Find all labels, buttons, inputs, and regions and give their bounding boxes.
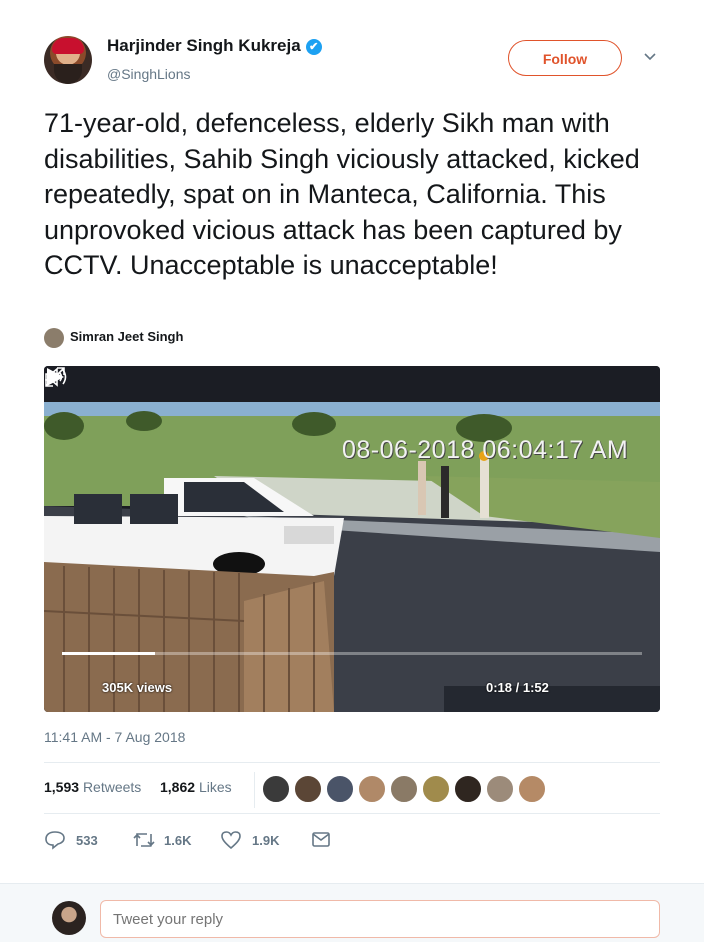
tweet-stats: 1,593 Retweets 1,862 Likes [44,772,660,808]
video-time: 0:18 / 1:52 [486,680,549,695]
video-frame [44,366,660,712]
fullscreen-icon[interactable] [44,366,66,388]
reply-icon [45,831,65,850]
liker-avatar[interactable] [518,775,546,803]
retweet-action-count: 1.6K [164,833,192,848]
current-user-avatar[interactable] [52,901,86,935]
author-name[interactable]: Harjinder Singh Kukreja ✔ [107,36,322,56]
stats-divider [254,772,255,808]
liker-avatar[interactable] [422,775,450,803]
like-stat[interactable]: 1,862 Likes [160,779,232,795]
tagged-user-avatar [44,328,64,348]
liker-avatar[interactable] [262,775,290,803]
like-label: Likes [198,779,232,795]
liker-avatar[interactable] [294,775,322,803]
author-avatar[interactable] [44,36,92,84]
divider [44,762,660,763]
tweet-header: Harjinder Singh Kukreja ✔ @SinghLions Fol… [44,32,684,92]
direct-message-button[interactable] [310,826,334,854]
video-progress-bar[interactable] [62,652,642,655]
reply-button[interactable]: 533 [44,826,124,854]
chevron-down-icon[interactable] [644,50,656,62]
video-views: 305K views [102,680,173,695]
like-count: 1,862 [160,779,196,795]
follow-button[interactable]: Follow [508,40,622,76]
liker-avatar[interactable] [454,775,482,803]
like-button[interactable]: 1.9K [220,826,300,854]
author-name-text[interactable]: Harjinder Singh Kukreja [107,36,301,55]
reply-bar [0,883,704,942]
mail-icon [312,832,330,847]
turban-shape [52,38,84,54]
retweet-icon [133,833,155,847]
liker-avatar[interactable] [390,775,418,803]
liker-avatar[interactable] [486,775,514,803]
fence [44,562,334,712]
video-player[interactable]: 08-06-2018 06:04:17 AM 305K views 0:18 /… [44,366,660,712]
reply-input[interactable] [100,900,660,938]
tweet-actions: 533 1.6K 1.9K [44,826,444,854]
tagged-user-name[interactable]: Simran Jeet Singh [70,329,183,344]
cctv-timestamp: 08-06-2018 06:04:17 AM [342,436,629,464]
tweet-text: 71-year-old, defenceless, elderly Sikh m… [44,108,640,280]
retweet-count: 1,593 [44,779,80,795]
liker-avatar[interactable] [358,775,386,803]
beard-shape [54,64,82,84]
heart-icon [221,831,241,850]
divider [44,813,660,814]
like-action-count: 1.9K [252,833,280,848]
retweet-stat[interactable]: 1,593 Retweets [44,779,141,795]
author-handle[interactable]: @SinghLions [107,66,191,82]
retweet-label: Retweets [82,779,142,795]
video-progress-fill [62,652,155,655]
retweet-button[interactable]: 1.6K [132,826,212,854]
verified-icon: ✔ [305,39,322,55]
reply-count: 533 [76,833,98,848]
liker-avatar[interactable] [326,775,354,803]
tweet-timestamp[interactable]: 11:41 AM - 7 Aug 2018 [44,729,185,745]
